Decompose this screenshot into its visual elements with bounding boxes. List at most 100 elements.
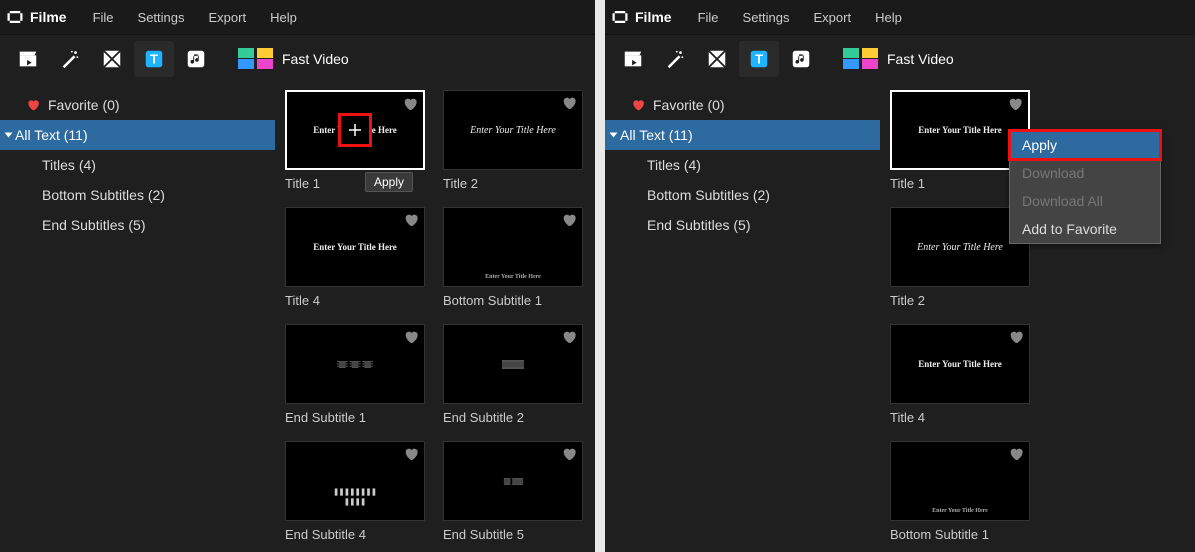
heart-icon — [26, 98, 40, 112]
thumb-end-sub-2[interactable] — [443, 324, 583, 404]
favorite-icon[interactable] — [561, 329, 577, 345]
fast-video-icon — [843, 48, 879, 69]
filme-logo-icon — [6, 8, 24, 26]
menu-help[interactable]: Help — [260, 6, 307, 29]
thumb-title-2[interactable]: Enter Your Title Here — [443, 90, 583, 170]
sidebar-end-subtitles[interactable]: End Subtitles (5) — [605, 210, 880, 240]
toolbar: T Fast Video — [605, 34, 1195, 82]
favorite-icon[interactable] — [403, 446, 419, 462]
card-bottom-sub-1[interactable]: Enter Your Title Here Bottom Subtitle 1 — [443, 207, 583, 308]
add-button[interactable] — [338, 113, 372, 147]
sidebar: Favorite (0) All Text (11) Titles (4) Bo… — [0, 82, 275, 552]
media-tab-button[interactable] — [613, 41, 653, 77]
menu-settings[interactable]: Settings — [128, 6, 195, 29]
effects-tab-button[interactable] — [50, 41, 90, 77]
sidebar-end-subtitles[interactable]: End Subtitles (5) — [0, 210, 275, 240]
thumb-end-sub-4[interactable] — [285, 441, 425, 521]
favorite-icon[interactable] — [403, 212, 419, 228]
expand-icon — [5, 133, 13, 138]
favorite-icon[interactable] — [1008, 329, 1024, 345]
wand-icon — [664, 48, 686, 70]
sidebar-favorite[interactable]: Favorite (0) — [605, 90, 880, 120]
svg-text:T: T — [755, 51, 763, 66]
fast-video-button[interactable]: Fast Video — [238, 48, 349, 69]
sidebar-all-text[interactable]: All Text (11) — [605, 120, 880, 150]
clapper-icon — [17, 48, 39, 70]
thumb-bottom-sub-1[interactable]: Enter Your Title Here — [443, 207, 583, 287]
favorite-icon[interactable] — [1008, 446, 1024, 462]
card-caption: End Subtitle 1 — [285, 410, 425, 425]
card-end-sub-1[interactable]: End Subtitle 1 — [285, 324, 425, 425]
menu-settings[interactable]: Settings — [733, 6, 800, 29]
sidebar-titles[interactable]: Titles (4) — [0, 150, 275, 180]
audio-tab-button[interactable] — [781, 41, 821, 77]
card-title-4[interactable]: Enter Your Title Here Title 4 — [890, 324, 1030, 425]
menus: File Settings Export Help — [688, 6, 912, 29]
card-title-1[interactable]: Enter Your Title Here Apply Title 1 — [285, 90, 425, 191]
transitions-tab-button[interactable] — [697, 41, 737, 77]
ctx-download-all[interactable]: Download All — [1010, 187, 1160, 215]
thumb-end-sub-1[interactable] — [285, 324, 425, 404]
card-title-4[interactable]: Enter Your Title Here Title 4 — [285, 207, 425, 308]
ctx-download[interactable]: Download — [1010, 159, 1160, 187]
ctx-apply[interactable]: Apply — [1010, 131, 1160, 159]
thumb-bottom-sub-1[interactable]: Enter Your Title Here — [890, 441, 1030, 521]
card-end-sub-2[interactable]: End Subtitle 2 — [443, 324, 583, 425]
card-bottom-sub-1[interactable]: Enter Your Title Here Bottom Subtitle 1 — [890, 441, 1030, 542]
sidebar-bottom-subtitles[interactable]: Bottom Subtitles (2) — [605, 180, 880, 210]
favorite-icon[interactable] — [561, 446, 577, 462]
sidebar-bottom-subtitles[interactable]: Bottom Subtitles (2) — [0, 180, 275, 210]
menu-bar: Filme File Settings Export Help — [0, 0, 595, 34]
ctx-add-favorite[interactable]: Add to Favorite — [1010, 215, 1160, 243]
app-logo: Filme — [6, 8, 67, 26]
svg-text:T: T — [150, 51, 158, 66]
card-caption: End Subtitle 2 — [443, 410, 583, 425]
thumb-title-4[interactable]: Enter Your Title Here — [285, 207, 425, 287]
favorite-icon[interactable] — [561, 212, 577, 228]
end-sub-lines — [502, 360, 524, 368]
context-menu: Apply Download Download All Add to Favor… — [1009, 130, 1161, 244]
menu-file[interactable]: File — [83, 6, 124, 29]
music-icon — [790, 48, 812, 70]
media-tab-button[interactable] — [8, 41, 48, 77]
favorite-icon[interactable] — [402, 96, 418, 112]
toolbar: T Fast Video — [0, 34, 595, 82]
fast-video-label: Fast Video — [282, 51, 349, 67]
card-caption: Bottom Subtitle 1 — [443, 293, 583, 308]
fast-video-button[interactable]: Fast Video — [843, 48, 954, 69]
transition-icon — [101, 48, 123, 70]
card-caption: Title 2 — [890, 293, 1030, 308]
menu-file[interactable]: File — [688, 6, 729, 29]
content-grid: Enter Your Title Here Apply Title 1 Ent — [275, 82, 595, 552]
sidebar-all-text[interactable]: All Text (11) — [0, 120, 275, 150]
apply-tooltip: Apply — [365, 172, 413, 192]
menu-bar: Filme File Settings Export Help — [605, 0, 1195, 34]
thumb-title-1[interactable]: Enter Your Title Here Apply — [285, 90, 425, 170]
sidebar: Favorite (0) All Text (11) Titles (4) Bo… — [605, 82, 880, 552]
plus-icon — [346, 121, 364, 139]
card-end-sub-5[interactable]: End Subtitle 5 — [443, 441, 583, 542]
text-tab-button[interactable]: T — [134, 41, 174, 77]
sidebar-titles[interactable]: Titles (4) — [605, 150, 880, 180]
thumb-end-sub-5[interactable] — [443, 441, 583, 521]
favorite-icon[interactable] — [403, 329, 419, 345]
favorite-icon[interactable] — [561, 95, 577, 111]
thumb-title-4[interactable]: Enter Your Title Here — [890, 324, 1030, 404]
card-title-2[interactable]: Enter Your Title Here Title 2 — [443, 90, 583, 191]
card-caption: Title 4 — [285, 293, 425, 308]
sidebar-favorite[interactable]: Favorite (0) — [0, 90, 275, 120]
text-tab-button[interactable]: T — [739, 41, 779, 77]
audio-tab-button[interactable] — [176, 41, 216, 77]
menu-export[interactable]: Export — [804, 6, 862, 29]
menu-export[interactable]: Export — [199, 6, 257, 29]
text-icon: T — [143, 48, 165, 70]
menu-help[interactable]: Help — [865, 6, 912, 29]
effects-tab-button[interactable] — [655, 41, 695, 77]
transitions-tab-button[interactable] — [92, 41, 132, 77]
favorite-icon[interactable] — [1007, 96, 1023, 112]
card-end-sub-4[interactable]: End Subtitle 4 — [285, 441, 425, 542]
end-sub-blocks — [333, 488, 378, 505]
sidebar-favorite-label: Favorite (0) — [48, 97, 120, 113]
end-sub-lines — [503, 478, 522, 484]
end-sub-lines — [337, 361, 373, 367]
